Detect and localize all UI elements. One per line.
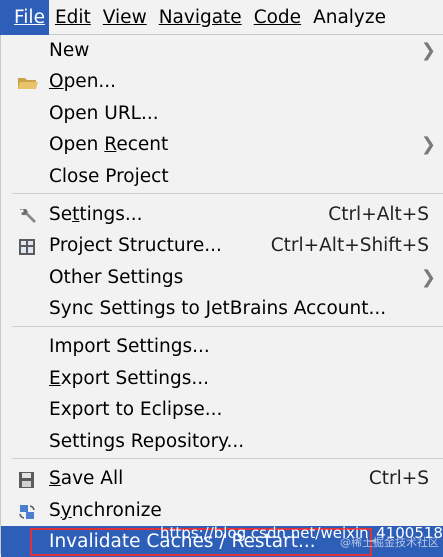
menu-item-shortcut: Ctrl+S (368, 468, 429, 489)
menu-item-label: Project Structure... (49, 235, 222, 256)
menu-item-label: Settings Repository... (49, 431, 245, 452)
menu-item-sync-settings[interactable]: Sync Settings to JetBrains Account... (1, 293, 443, 324)
menu-view[interactable]: View (97, 0, 153, 35)
menu-item-label: Settings... (49, 204, 143, 225)
synchronize-icon (17, 501, 39, 521)
menu-item-export-to-eclipse[interactable]: Export to Eclipse... (1, 394, 443, 425)
folder-icon (17, 72, 39, 92)
menu-item-other-settings[interactable]: Other Settings ❯ (1, 262, 443, 293)
menu-item-shortcut: Ctrl+Alt+Shift+S (270, 235, 429, 256)
menu-separator (12, 458, 443, 459)
wrench-icon (17, 205, 39, 225)
menu-analyze[interactable]: Analyze (307, 0, 392, 35)
menu-item-label: Open URL... (49, 103, 159, 124)
menu-item-label: Save All (49, 468, 124, 489)
menu-edit[interactable]: Edit (49, 0, 97, 35)
menu-item-label: Import Settings... (49, 336, 210, 357)
menu-item-label: Synchronize (49, 500, 162, 521)
menu-code[interactable]: Code (248, 0, 307, 35)
menu-item-label: Close Project (49, 166, 169, 187)
menu-item-label: Other Settings (49, 267, 184, 288)
menu-item-open-recent[interactable]: Open Recent ❯ (1, 129, 443, 160)
menu-item-new[interactable]: New ❯ (1, 35, 443, 66)
menu-item-label: Export to Eclipse... (49, 399, 223, 420)
menu-item-export-settings[interactable]: Export Settings... (1, 363, 443, 394)
menu-item-synchronize[interactable]: Synchronize (1, 495, 443, 526)
menu-item-shortcut: Ctrl+Alt+S (328, 204, 429, 225)
watermark-tag: @稀土掘金技术社区 (340, 536, 439, 549)
menu-item-settings[interactable]: Settings... Ctrl+Alt+S (1, 199, 443, 230)
file-menu-dropdown: New ❯ Open... Open URL... Open Recent ❯ … (0, 35, 443, 557)
menu-bar: File Edit View Navigate Code Analyze (0, 0, 443, 35)
project-structure-icon (17, 236, 39, 256)
menu-item-label: Sync Settings to JetBrains Account... (49, 298, 387, 319)
chevron-right-icon: ❯ (420, 134, 436, 155)
menu-item-close-project[interactable]: Close Project (1, 161, 443, 192)
menu-item-open[interactable]: Open... (1, 66, 443, 97)
menu-item-label: Open Recent (49, 134, 169, 155)
menu-item-label: Open... (49, 71, 117, 92)
menu-item-project-structure[interactable]: Project Structure... Ctrl+Alt+Shift+S (1, 230, 443, 261)
chevron-right-icon: ❯ (420, 267, 436, 288)
menu-separator (12, 193, 443, 194)
menu-item-label: New (49, 40, 90, 61)
menu-item-save-all[interactable]: Save All Ctrl+S (1, 463, 443, 494)
menu-file[interactable]: File (0, 0, 49, 35)
menu-item-label: Export Settings... (49, 368, 209, 389)
chevron-right-icon: ❯ (420, 40, 436, 61)
menu-item-settings-repository[interactable]: Settings Repository... (1, 426, 443, 457)
menu-navigate[interactable]: Navigate (153, 0, 248, 35)
save-icon (17, 469, 39, 489)
menu-item-open-url[interactable]: Open URL... (1, 98, 443, 129)
menu-item-import-settings[interactable]: Import Settings... (1, 331, 443, 362)
menu-separator (12, 326, 443, 327)
